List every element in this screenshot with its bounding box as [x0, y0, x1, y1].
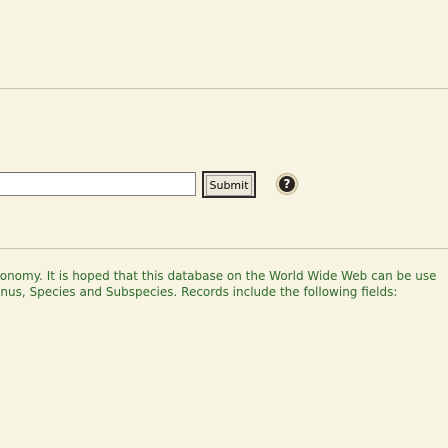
divider-top	[0, 88, 448, 89]
submit-button-label: Submit	[206, 175, 252, 196]
intro-line-2: enus, Species and Subspecies. Records in…	[0, 285, 398, 299]
submit-button[interactable]: Submit	[202, 171, 256, 198]
help-icon-glyph: ?	[283, 177, 291, 191]
help-icon[interactable]: ?	[276, 173, 298, 195]
intro-line-1: xonomy. It is hoped that this database o…	[0, 269, 437, 283]
page: Submit ? xonomy. It is hoped that this d…	[0, 0, 448, 448]
search-input[interactable]	[0, 172, 196, 196]
intro-paragraph: xonomy. It is hoped that this database o…	[0, 268, 448, 300]
divider-bottom	[0, 248, 448, 249]
